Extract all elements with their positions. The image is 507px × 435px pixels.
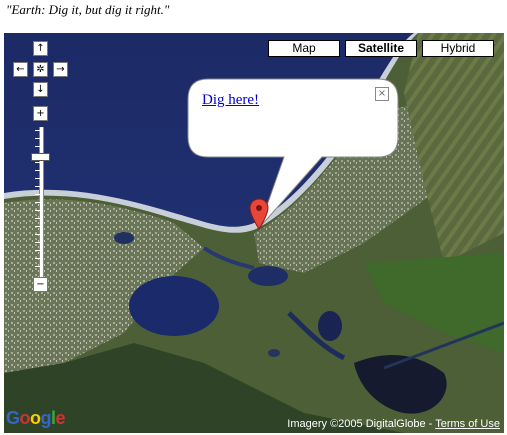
google-logo-letter: e <box>55 408 66 428</box>
zoom-slider-tick <box>35 266 43 267</box>
zoom-slider-tick <box>35 194 43 195</box>
zoom-slider-tick <box>35 178 43 179</box>
zoom-slider-tick <box>35 170 43 171</box>
google-logo[interactable]: Google <box>6 408 66 429</box>
imagery-credit-text: Imagery ©2005 DigitalGlobe - <box>287 418 436 430</box>
zoom-slider-knob[interactable] <box>31 152 50 161</box>
google-logo-letter: G <box>6 408 20 428</box>
terms-of-use-link[interactable]: Terms of Use <box>435 418 500 430</box>
zoom-slider-tick <box>35 250 43 251</box>
pan-center-button[interactable]: ✲ <box>33 62 48 77</box>
dig-here-link[interactable]: Dig here! <box>202 92 262 109</box>
quote-text: "Earth: Dig it, but dig it right." <box>6 2 170 17</box>
zoom-slider-tick <box>35 258 43 259</box>
zoom-slider-tick <box>35 146 43 147</box>
zoom-slider-tick <box>35 162 43 163</box>
google-logo-letter: g <box>40 408 52 428</box>
map-type-hybrid-button[interactable]: Hybrid <box>422 40 494 57</box>
zoom-slider-tick <box>35 130 43 131</box>
google-logo-letter: o <box>19 408 31 428</box>
zoom-slider-tick <box>35 218 43 219</box>
pan-down-button[interactable]: ↓ <box>33 82 48 97</box>
zoom-out-button[interactable]: − <box>33 277 48 292</box>
zoom-slider-tick <box>35 242 43 243</box>
zoom-slider-tick <box>35 202 43 203</box>
zoom-slider-tick <box>35 210 43 211</box>
pan-left-button[interactable]: ← <box>13 62 28 77</box>
map-view[interactable]: Map Satellite Hybrid ↑ ← ✲ → ↓ + − Dig h… <box>4 33 504 433</box>
pan-up-button[interactable]: ↑ <box>33 41 48 56</box>
pan-right-button[interactable]: → <box>53 62 68 77</box>
info-window-close-icon[interactable]: × <box>375 87 389 101</box>
zoom-slider-tick <box>35 226 43 227</box>
zoom-slider-tick <box>35 186 43 187</box>
zoom-in-button[interactable]: + <box>33 106 48 121</box>
red-map-pin-icon[interactable] <box>249 198 269 230</box>
imagery-attribution: Imagery ©2005 DigitalGlobe - Terms of Us… <box>287 418 500 430</box>
map-type-satellite-button[interactable]: Satellite <box>345 40 417 57</box>
map-type-map-button[interactable]: Map <box>268 40 340 57</box>
zoom-slider-tick <box>35 234 43 235</box>
zoom-slider-tick <box>35 138 43 139</box>
google-logo-letter: o <box>30 408 41 428</box>
